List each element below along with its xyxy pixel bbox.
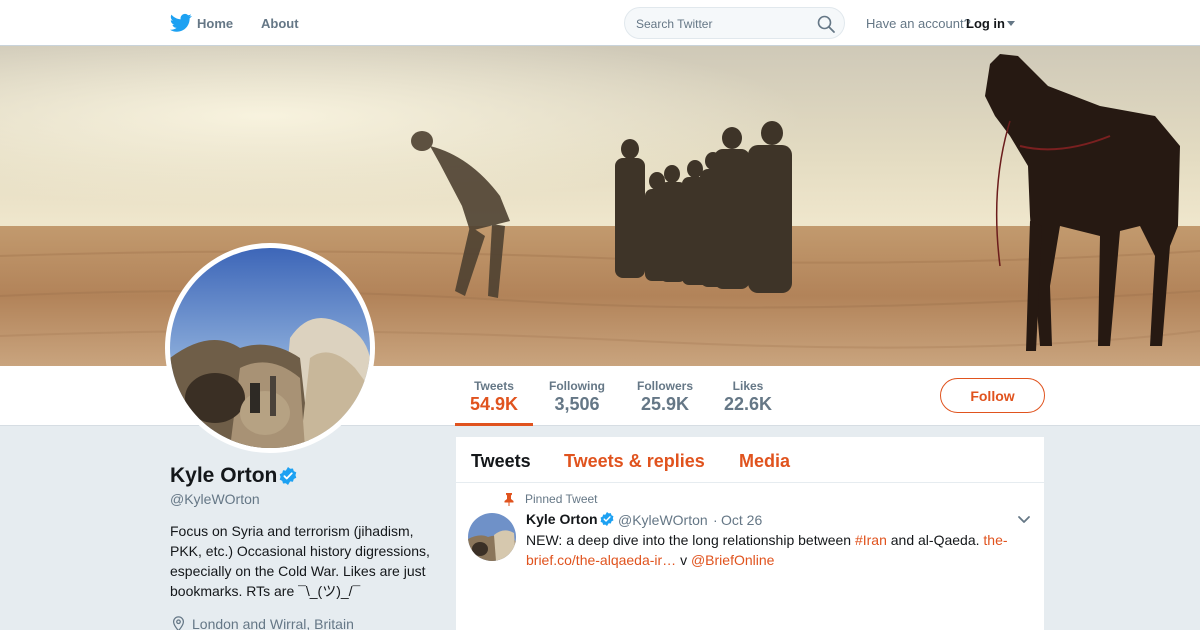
tab-tweets-replies[interactable]: Tweets & replies bbox=[564, 451, 705, 472]
chevron-down-icon[interactable] bbox=[1007, 21, 1015, 26]
profile-bio: Focus on Syria and terrorism (jihadism, … bbox=[170, 523, 430, 599]
tweet-separator: · bbox=[713, 512, 718, 528]
tab-tweets[interactable]: Tweets bbox=[471, 451, 531, 472]
top-navigation-bar: Home About Have an account? Log in bbox=[0, 0, 1200, 46]
timeline: Tweets Tweets & replies Media Pinned Twe… bbox=[456, 437, 1044, 630]
stat-followers-label: Followers bbox=[636, 379, 693, 393]
location-pin-icon bbox=[172, 616, 185, 630]
tweet-avatar[interactable] bbox=[468, 513, 516, 561]
tweet-text: NEW: a deep dive into the long relations… bbox=[526, 530, 1026, 570]
login-link[interactable]: Log in bbox=[966, 16, 1005, 31]
profile-location: London and Wirral, Britain bbox=[192, 616, 354, 630]
nav-about-link[interactable]: About bbox=[261, 16, 299, 31]
tab-media[interactable]: Media bbox=[739, 451, 790, 472]
mention-link[interactable]: @BriefOnline bbox=[691, 552, 774, 568]
tweet-timestamp[interactable]: Oct 26 bbox=[721, 512, 762, 528]
search-input[interactable] bbox=[636, 15, 811, 33]
timeline-tabs: Tweets Tweets & replies Media bbox=[456, 437, 1044, 483]
avatar[interactable] bbox=[165, 243, 375, 453]
hashtag-link[interactable]: #Iran bbox=[855, 532, 887, 548]
stat-following-label: Following bbox=[549, 379, 605, 393]
twitter-bird-icon[interactable] bbox=[170, 13, 192, 33]
stat-followers[interactable]: Followers 25.9K bbox=[630, 366, 700, 426]
tweet-text-part: NEW: a deep dive into the long relations… bbox=[526, 532, 855, 548]
follow-button[interactable]: Follow bbox=[940, 378, 1045, 413]
stat-tweets-label: Tweets bbox=[474, 379, 514, 393]
tweet-text-part: v bbox=[676, 552, 691, 568]
profile-handle[interactable]: @KyleWOrton bbox=[170, 491, 260, 507]
search-icon[interactable] bbox=[816, 14, 836, 34]
tweet-text-part: and al-Qaeda. bbox=[886, 532, 984, 548]
pin-icon bbox=[504, 493, 514, 506]
stat-tweets[interactable]: Tweets 54.9K bbox=[455, 366, 533, 426]
stat-likes[interactable]: Likes 22.6K bbox=[716, 366, 780, 426]
search-box bbox=[624, 7, 845, 39]
verified-badge-icon bbox=[600, 512, 614, 526]
stat-following-value: 3,506 bbox=[554, 394, 600, 414]
nav-home-link[interactable]: Home bbox=[197, 16, 233, 31]
stat-likes-label: Likes bbox=[732, 379, 764, 393]
pinned-tweet-label: Pinned Tweet bbox=[525, 492, 598, 506]
tweet-author-handle[interactable]: @KyleWOrton bbox=[618, 512, 708, 528]
profile-name[interactable]: Kyle Orton bbox=[170, 464, 277, 488]
stat-following[interactable]: Following 3,506 bbox=[542, 366, 612, 426]
verified-badge-icon bbox=[279, 467, 297, 485]
stat-tweets-value: 54.9K bbox=[469, 394, 519, 414]
stat-likes-value: 22.6K bbox=[723, 394, 773, 414]
chevron-down-icon[interactable] bbox=[1017, 515, 1031, 525]
tweet-author-name[interactable]: Kyle Orton bbox=[526, 511, 598, 527]
account-prompt: Have an account? bbox=[866, 16, 971, 31]
stat-followers-value: 25.9K bbox=[640, 394, 690, 414]
